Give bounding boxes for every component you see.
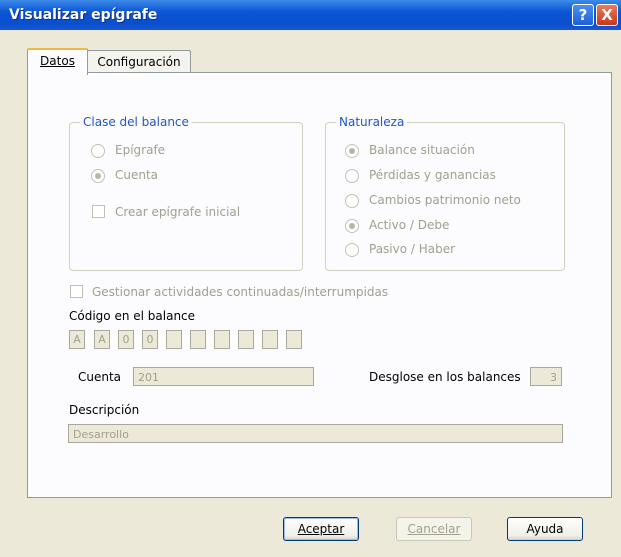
close-icon[interactable]: X [596, 4, 618, 26]
radio-cambios-patrimonio-label: Cambios patrimonio neto [369, 193, 521, 207]
cancelar-button[interactable]: Cancelar [396, 517, 472, 541]
radio-balance-situacion[interactable] [345, 144, 359, 158]
dialog-window: Visualizar epígrafe ? X Datos Configurac… [0, 0, 621, 557]
tab-configuracion[interactable]: Configuración [87, 50, 191, 73]
crear-epigrafe-label: Crear epígrafe inicial [115, 205, 241, 219]
cuenta-field[interactable]: 201 [133, 367, 314, 386]
codigo-char-4[interactable]: 0 [142, 330, 158, 349]
desglose-label: Desglose en los balances [369, 370, 521, 384]
codigo-char-8[interactable] [238, 330, 254, 349]
help-icon[interactable]: ? [572, 4, 594, 26]
codigo-char-7[interactable] [214, 330, 230, 349]
clase-balance-title: Clase del balance [80, 115, 192, 129]
codigo-char-6[interactable] [190, 330, 206, 349]
radio-cuenta-label: Cuenta [115, 168, 159, 182]
naturaleza-title: Naturaleza [336, 115, 408, 129]
radio-cuenta[interactable] [91, 169, 105, 183]
tab-datos[interactable]: Datos [27, 48, 88, 75]
aceptar-button[interactable]: Aceptar [283, 517, 359, 541]
clase-balance-group: Clase del balance [69, 115, 303, 271]
radio-balance-situacion-label: Balance situación [369, 143, 475, 157]
radio-perdidas-ganancias-label: Pérdidas y ganancias [369, 168, 496, 182]
radio-activo-debe-label: Activo / Debe [369, 218, 450, 232]
codigo-char-1[interactable]: A [69, 330, 85, 349]
codigo-char-9[interactable] [262, 330, 278, 349]
codigo-balance-label: Código en el balance [69, 309, 196, 323]
radio-pasivo-haber[interactable] [345, 243, 359, 257]
desglose-field[interactable]: 3 [530, 367, 562, 386]
descripcion-label: Descripción [69, 403, 140, 417]
descripcion-field[interactable]: Desarrollo [68, 424, 563, 443]
codigo-char-5[interactable] [166, 330, 182, 349]
codigo-char-2[interactable]: A [94, 330, 110, 349]
gestionar-actividades-label: Gestionar actividades continuadas/interr… [92, 285, 389, 299]
radio-perdidas-ganancias[interactable] [345, 169, 359, 183]
radio-epigrafe-label: Epígrafe [115, 143, 166, 157]
title-bar[interactable]: Visualizar epígrafe ? X [0, 0, 621, 30]
radio-cambios-patrimonio[interactable] [345, 194, 359, 208]
cuenta-label: Cuenta [78, 370, 122, 384]
ayuda-button[interactable]: Ayuda [507, 517, 583, 541]
radio-epigrafe[interactable] [91, 144, 105, 158]
radio-activo-debe[interactable] [345, 219, 359, 233]
codigo-char-10[interactable] [286, 330, 302, 349]
codigo-char-3[interactable]: 0 [118, 330, 134, 349]
window-title: Visualizar epígrafe [9, 7, 158, 23]
radio-pasivo-haber-label: Pasivo / Haber [369, 242, 456, 256]
gestionar-actividades-checkbox[interactable] [70, 285, 83, 298]
crear-epigrafe-checkbox[interactable] [92, 205, 105, 218]
